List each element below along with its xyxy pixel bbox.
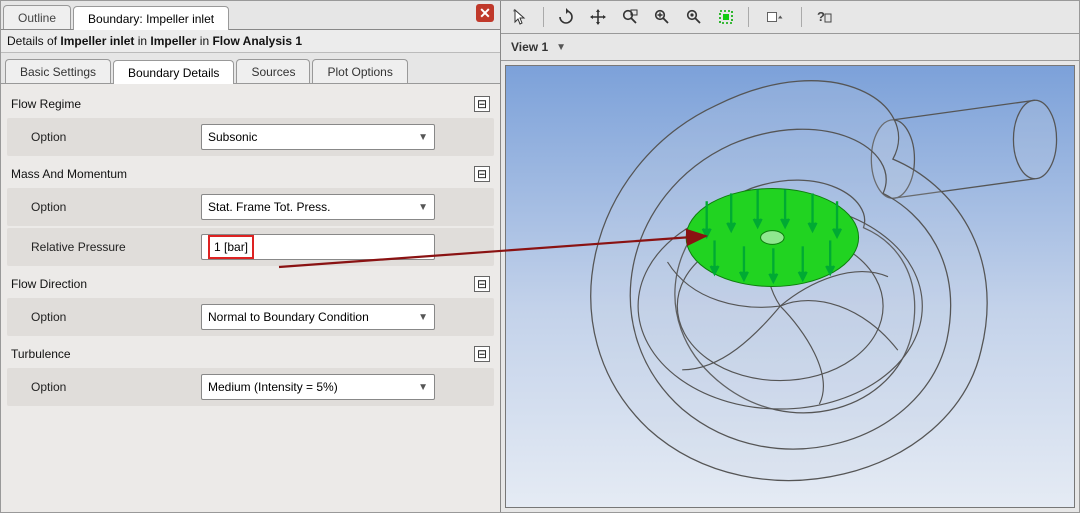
select-value: Subsonic [208, 130, 257, 144]
tool-fit-view[interactable] [680, 4, 708, 30]
details-header: Details of Impeller inlet in Impeller in… [1, 30, 500, 53]
chevron-down-icon: ▼ [418, 312, 428, 323]
label-option: Option [31, 130, 201, 144]
tab-boundary-impeller-inlet[interactable]: Boundary: Impeller inlet [73, 6, 229, 30]
left-top-tabs: Outline Boundary: Impeller inlet ✕ [1, 1, 500, 30]
row-relative-pressure: Relative Pressure 1 [bar] [7, 228, 494, 266]
toolbar-separator [748, 7, 749, 27]
viewport-3d[interactable] [505, 65, 1075, 508]
group-title: Mass And Momentum [11, 167, 127, 181]
select-turbulence-option[interactable]: Medium (Intensity = 5%) ▼ [201, 374, 435, 400]
impeller-inlet-surface [686, 189, 858, 287]
select-value: Medium (Intensity = 5%) [208, 380, 338, 394]
label-relative-pressure: Relative Pressure [31, 240, 201, 254]
label-option: Option [31, 310, 201, 324]
select-value: Normal to Boundary Condition [208, 310, 369, 324]
row-turbulence-option: Option Medium (Intensity = 5%) ▼ [7, 368, 494, 406]
left-pane: Outline Boundary: Impeller inlet ✕ Detai… [1, 1, 501, 512]
group-turbulence: Turbulence ⊟ [3, 338, 498, 366]
svg-text:?: ? [817, 9, 825, 24]
tool-pan[interactable] [584, 4, 612, 30]
svg-text:*: * [513, 8, 516, 17]
select-mass-momentum-option[interactable]: Stat. Frame Tot. Press. ▼ [201, 194, 435, 220]
tab-basic-settings[interactable]: Basic Settings [5, 59, 111, 83]
details-parent: Impeller [150, 34, 196, 48]
collapse-icon[interactable]: ⊟ [474, 96, 490, 112]
chevron-down-icon: ▼ [418, 202, 428, 213]
group-title: Flow Regime [11, 97, 81, 111]
label-option: Option [31, 200, 201, 214]
tool-help[interactable]: ? [810, 4, 838, 30]
toolbar-separator [801, 7, 802, 27]
chevron-down-icon: ▼ [556, 42, 566, 53]
group-flow-regime: Flow Regime ⊟ [3, 88, 498, 116]
geometry-wireframe [506, 66, 1074, 507]
details-analysis: Flow Analysis 1 [212, 34, 302, 48]
toolbar-separator [543, 7, 544, 27]
chevron-down-icon: ▼ [418, 382, 428, 393]
tool-zoom-box[interactable] [616, 4, 644, 30]
select-value: Stat. Frame Tot. Press. [208, 200, 330, 214]
collapse-icon[interactable]: ⊟ [474, 166, 490, 182]
tool-zoom-in[interactable] [648, 4, 676, 30]
label-option: Option [31, 380, 201, 394]
tab-plot-options[interactable]: Plot Options [312, 59, 407, 83]
tab-sources[interactable]: Sources [236, 59, 310, 83]
row-flow-direction-option: Option Normal to Boundary Condition ▼ [7, 298, 494, 336]
tab-boundary-details[interactable]: Boundary Details [113, 60, 234, 84]
collapse-icon[interactable]: ⊟ [474, 276, 490, 292]
sub-tabs: Basic Settings Boundary Details Sources … [1, 53, 500, 84]
form-body: Flow Regime ⊟ Option Subsonic ▼ Mass And… [1, 84, 500, 512]
select-flow-regime-option[interactable]: Subsonic ▼ [201, 124, 435, 150]
row-flow-regime-option: Option Subsonic ▼ [7, 118, 494, 156]
tool-render-style[interactable] [757, 4, 793, 30]
group-title: Turbulence [11, 347, 71, 361]
details-name: Impeller inlet [60, 34, 134, 48]
value-relative-pressure-highlight: 1 [bar] [208, 235, 254, 259]
input-relative-pressure[interactable]: 1 [bar] [201, 234, 435, 260]
tool-highlight-region[interactable] [712, 4, 740, 30]
group-flow-direction: Flow Direction ⊟ [3, 268, 498, 296]
view-label: View 1 [511, 40, 548, 54]
app-window: Outline Boundary: Impeller inlet ✕ Detai… [0, 0, 1080, 513]
tab-outline[interactable]: Outline [3, 5, 71, 29]
details-prefix: Details of [7, 34, 60, 48]
tool-probe-pointer[interactable]: * [507, 4, 535, 30]
select-flow-direction-option[interactable]: Normal to Boundary Condition ▼ [201, 304, 435, 330]
row-mass-momentum-option: Option Stat. Frame Tot. Press. ▼ [7, 188, 494, 226]
group-title: Flow Direction [11, 277, 87, 291]
tool-rotate[interactable] [552, 4, 580, 30]
chevron-down-icon: ▼ [418, 132, 428, 143]
right-pane: * [501, 1, 1079, 512]
view-tab[interactable]: View 1 ▼ [501, 34, 1079, 61]
close-icon[interactable]: ✕ [476, 4, 494, 22]
collapse-icon[interactable]: ⊟ [474, 346, 490, 362]
viewer-toolbar: * [501, 1, 1079, 34]
group-mass-momentum: Mass And Momentum ⊟ [3, 158, 498, 186]
